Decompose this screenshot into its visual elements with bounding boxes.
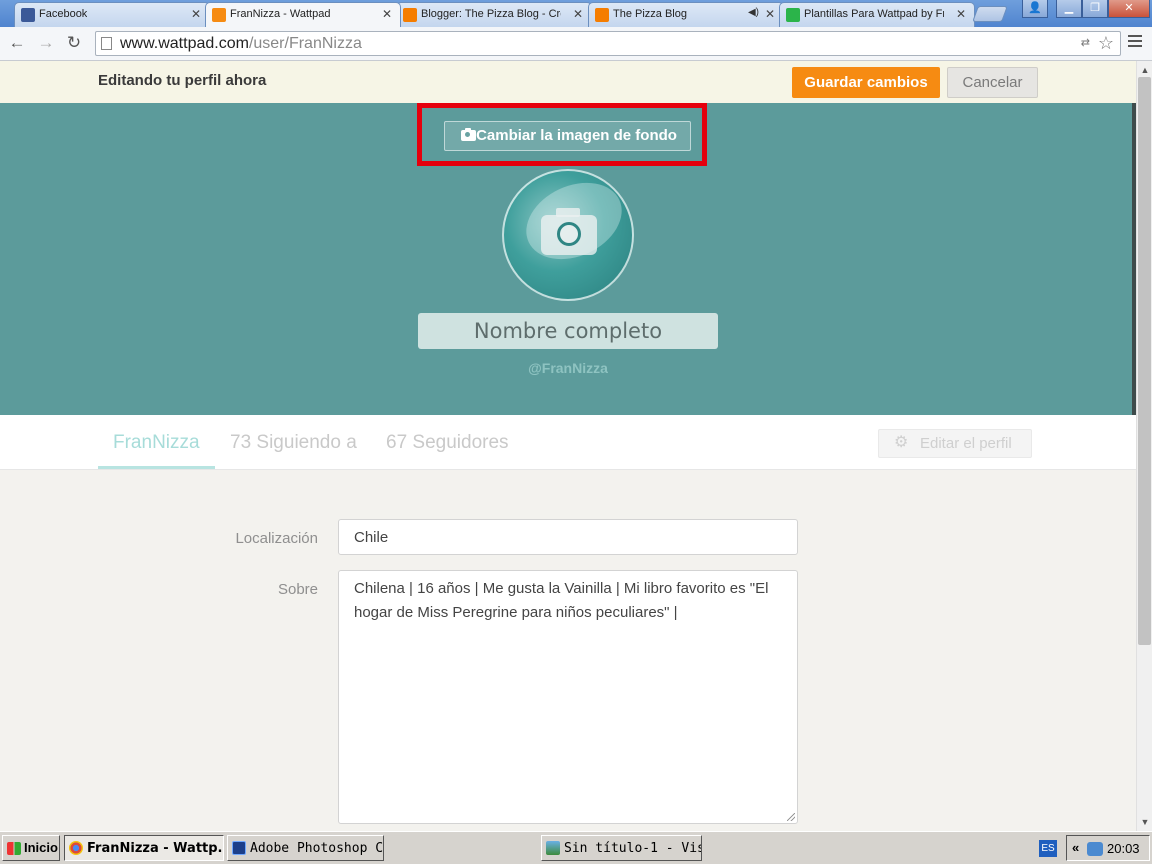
window-close-button[interactable]: ✕ [1108, 0, 1150, 18]
taskbar-item-chrome[interactable]: FranNizza - Wattp... [64, 835, 224, 861]
blogger-icon [595, 8, 609, 22]
active-tab-underline [98, 466, 215, 469]
location-label: Localización [235, 530, 318, 547]
tab-pizza-blog[interactable]: The Pizza Blog ◀) ✕ [588, 2, 784, 27]
about-textarea[interactable]: Chilena | 16 años | Me gusta la Vainilla… [338, 570, 798, 824]
save-changes-button[interactable]: Guardar cambios [792, 67, 940, 98]
image-viewer-icon [546, 841, 560, 855]
show-hidden-icons-icon[interactable]: « [1072, 840, 1079, 855]
plantillas-icon [786, 8, 800, 22]
tab-following[interactable]: 73 Siguiendo a [230, 432, 357, 454]
facebook-icon [21, 8, 35, 22]
browser-toolbar: ← → ↻ www.wattpad.com/user/FranNizza ⇄ ☆ [0, 27, 1152, 61]
page-icon [101, 37, 112, 50]
close-tab-icon[interactable]: ✕ [573, 7, 583, 21]
tab-profile[interactable]: FranNizza [113, 432, 200, 454]
reload-icon[interactable]: ↻ [63, 32, 85, 54]
edit-profile-button[interactable]: ⚙ Editar el perfil [878, 429, 1032, 458]
tab-plantillas[interactable]: Plantillas Para Wattpad by Fr ✕ [779, 2, 975, 27]
windows-logo-icon [7, 842, 21, 855]
change-background-button[interactable]: Cambiar la imagen de fondo [444, 121, 691, 151]
chrome-icon [69, 841, 83, 855]
bookmark-star-icon[interactable]: ☆ [1098, 33, 1114, 54]
tab-followers[interactable]: 67 Seguidores [386, 432, 509, 454]
camera-icon [461, 128, 476, 141]
browser-tab-strip: Facebook ✕ FranNizza - Wattpad ✕ Blogger… [0, 0, 1152, 27]
edit-profile-label: Editar el perfil [920, 435, 1012, 452]
about-label: Sobre [277, 581, 318, 598]
start-label: Inicio [24, 840, 58, 855]
maximize-button[interactable]: ❐ [1082, 0, 1108, 18]
close-tab-icon[interactable]: ✕ [382, 7, 392, 21]
full-name-input[interactable] [418, 313, 718, 349]
url-host: www.wattpad.com [120, 35, 249, 52]
minimize-button[interactable]: ▁ [1056, 0, 1082, 18]
translate-icon[interactable]: ⇄ [1081, 36, 1090, 49]
page-scrollbar[interactable]: ▲ ▼ [1136, 61, 1152, 831]
edit-mode-title: Editando tu perfil ahora [98, 72, 267, 89]
system-tray: « 20:03 [1066, 835, 1150, 861]
language-indicator[interactable]: ES [1039, 840, 1057, 857]
taskbar-item-image-viewer[interactable]: Sin título-1 - Visor ... [541, 835, 702, 861]
url-path: /user/FranNizza [248, 35, 362, 52]
scroll-up-arrow-icon[interactable]: ▲ [1137, 63, 1152, 77]
taskbar-item-label: FranNizza - Wattp... [87, 841, 224, 856]
close-tab-icon[interactable]: ✕ [191, 7, 201, 21]
address-bar[interactable]: www.wattpad.com/user/FranNizza ⇄ ☆ [95, 31, 1121, 56]
start-button[interactable]: Inicio [2, 835, 60, 861]
close-tab-icon[interactable]: ✕ [956, 7, 966, 21]
username-handle: @FranNizza [528, 360, 608, 376]
avatar[interactable] [502, 169, 634, 301]
scroll-down-arrow-icon[interactable]: ▼ [1137, 815, 1152, 829]
taskbar-item-photoshop[interactable]: Adobe Photoshop C... [227, 835, 384, 861]
tab-wattpad[interactable]: FranNizza - Wattpad ✕ [205, 2, 401, 27]
taskbar-item-label: Sin título-1 - Visor ... [564, 841, 701, 856]
wattpad-icon [212, 8, 226, 22]
tab-facebook[interactable]: Facebook ✕ [14, 2, 210, 27]
textarea-resize-handle[interactable] [787, 813, 795, 821]
tab-blogger-create[interactable]: Blogger: The Pizza Blog - Cre ✕ [396, 2, 592, 27]
photoshop-icon [232, 841, 246, 855]
new-tab-button[interactable] [972, 6, 1008, 22]
taskbar-item-label: Adobe Photoshop C... [250, 841, 384, 856]
network-icon[interactable] [1087, 842, 1103, 856]
audio-playing-icon: ◀) [747, 7, 759, 18]
clock: 20:03 [1107, 841, 1140, 856]
back-arrow-icon[interactable]: ← [6, 32, 28, 54]
scroll-thumb[interactable] [1138, 77, 1151, 645]
user-icon[interactable]: 👤 [1022, 0, 1048, 18]
edit-profile-bar: Editando tu perfil ahora Guardar cambios… [0, 61, 1136, 103]
camera-lens-icon [557, 222, 581, 246]
blogger-icon [403, 8, 417, 22]
forward-arrow-icon[interactable]: → [35, 32, 57, 54]
windows-taskbar: Inicio FranNizza - Wattp... Adobe Photos… [0, 831, 1152, 864]
gear-icon: ⚙ [894, 434, 909, 451]
change-background-label: Cambiar la imagen de fondo [476, 127, 677, 144]
cancel-button[interactable]: Cancelar [947, 67, 1038, 98]
location-input[interactable]: Chile [338, 519, 798, 555]
close-tab-icon[interactable]: ✕ [765, 7, 775, 21]
chrome-menu-icon[interactable] [1128, 35, 1142, 50]
